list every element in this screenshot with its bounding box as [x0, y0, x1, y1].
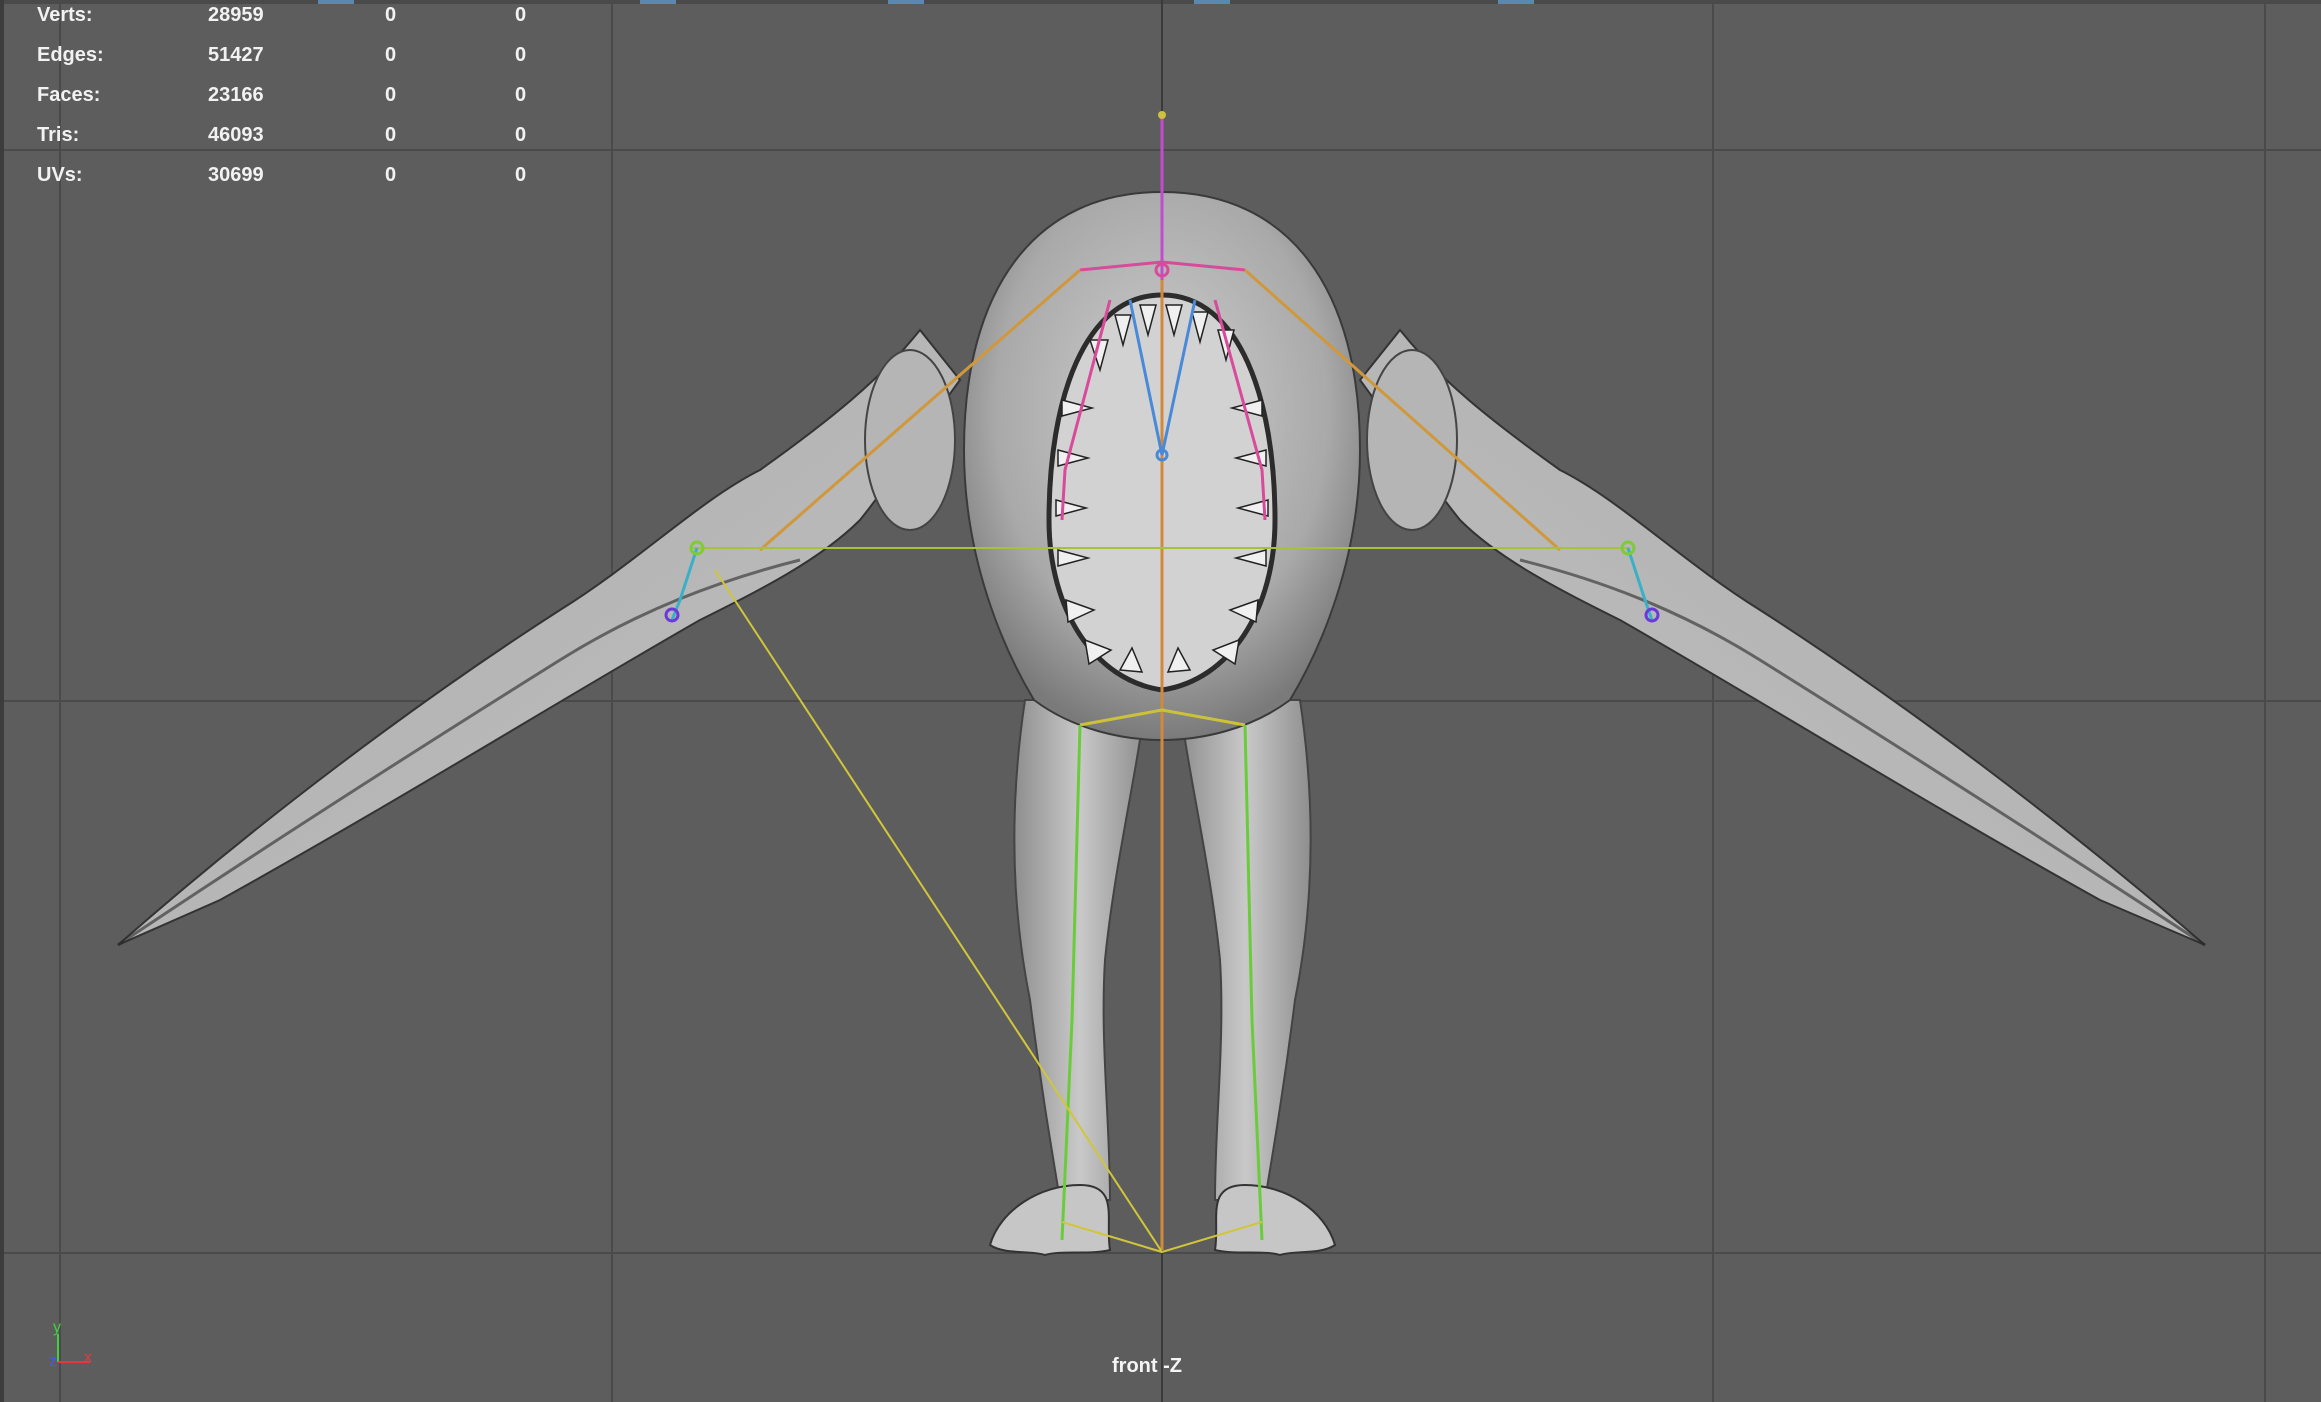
axis-x-label: x: [84, 1349, 92, 1366]
skeleton-joints: [664, 111, 1660, 1254]
scene-canvas[interactable]: [0, 0, 2321, 1402]
hud-label: Verts:: [37, 4, 93, 26]
left-foot: [988, 1183, 1112, 1257]
hud-value-selected-alt: 0: [515, 164, 527, 186]
camera-name-label: front -Z: [1112, 1355, 1182, 1377]
left-wing: [117, 328, 962, 946]
axis-gizmo-icon: y z x: [49, 1319, 92, 1370]
hud-label: Tris:: [37, 124, 80, 146]
hud-value-total: 46093: [208, 124, 264, 146]
hud-row-tris: Tris: 46093 0 0: [0, 124, 560, 154]
hud-value-selected-alt: 0: [515, 84, 527, 106]
hud-value-selected: 0: [385, 164, 397, 186]
hud-value-selected-alt: 0: [515, 4, 527, 26]
hud-row-uvs: UVs: 30699 0 0: [0, 164, 560, 194]
hud-value-selected: 0: [385, 4, 397, 26]
hud-label: Faces:: [37, 84, 101, 106]
right-shoulder: [1366, 349, 1458, 531]
hud-row-edges: Edges: 51427 0 0: [0, 44, 560, 74]
hud-value-total: 51427: [208, 44, 264, 66]
hud-row-faces: Faces: 23166 0 0: [0, 84, 560, 114]
axis-y-label: y: [53, 1319, 61, 1336]
hud-value-selected: 0: [385, 44, 397, 66]
axis-z-label: z: [49, 1353, 57, 1370]
poly-count-hud: Verts: 28959 0 0 Edges: 51427 0 0 Faces:…: [0, 0, 560, 200]
hud-row-verts: Verts: 28959 0 0: [0, 4, 560, 34]
hud-value-total: 30699: [208, 164, 264, 186]
hud-value-selected-alt: 0: [515, 44, 527, 66]
axis-gizmo: y z x: [44, 1318, 104, 1378]
hud-label: Edges:: [37, 44, 104, 66]
hud-value-selected: 0: [385, 84, 397, 106]
hud-value-total: 23166: [208, 84, 264, 106]
hud-label: UVs:: [37, 164, 83, 186]
hud-value-total: 28959: [208, 4, 264, 26]
front-viewport[interactable]: Verts: 28959 0 0 Edges: 51427 0 0 Faces:…: [0, 0, 2321, 1402]
hud-value-selected: 0: [385, 124, 397, 146]
right-wing: [1358, 328, 2206, 946]
left-shoulder: [864, 349, 956, 531]
right-foot: [1213, 1183, 1337, 1257]
hud-value-selected-alt: 0: [515, 124, 527, 146]
